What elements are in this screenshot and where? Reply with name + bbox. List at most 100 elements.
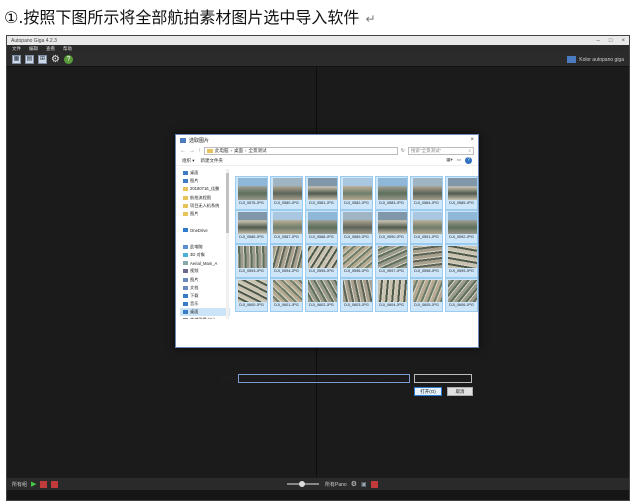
- back-arrow-icon[interactable]: ←: [180, 148, 186, 154]
- nav-item-icon: [183, 261, 188, 266]
- nav-item[interactable]: OneDrive: [180, 226, 230, 234]
- dialog-close-icon[interactable]: ×: [470, 137, 474, 143]
- file-thumbnail[interactable]: DJI_0589.JPG: [340, 210, 373, 244]
- nav-item[interactable]: 3D 对象: [180, 251, 230, 259]
- delete-pano-icon[interactable]: [370, 480, 378, 488]
- close-window-icon[interactable]: ×: [621, 38, 625, 44]
- search-input[interactable]: 搜索"全景测试" ⌕: [408, 146, 474, 155]
- nav-item[interactable]: 此电脑: [180, 243, 230, 251]
- minimize-icon[interactable]: –: [597, 38, 600, 44]
- file-thumbnail[interactable]: DJI_0576.JPG: [235, 176, 268, 210]
- nav-item[interactable]: 音乐: [180, 300, 230, 308]
- search-icon: ⌕: [468, 148, 471, 153]
- menu-item[interactable]: 查看: [46, 46, 55, 52]
- nav-item-label: 20180716_佳鹏: [190, 186, 220, 192]
- preview-pane-icon[interactable]: ▭: [457, 157, 461, 164]
- file-thumbnail[interactable]: DJI_0597.JPG: [375, 244, 408, 278]
- nav-item-icon: [183, 212, 188, 217]
- import-folder-icon[interactable]: ▤: [25, 55, 34, 64]
- dialog-help-icon[interactable]: ?: [465, 157, 472, 164]
- nav-item-label: OneDrive: [190, 227, 208, 233]
- nav-item-label: 文档: [190, 284, 199, 290]
- file-thumbnail[interactable]: DJI_0603.JPG: [340, 278, 373, 312]
- maximize-icon[interactable]: □: [609, 38, 613, 44]
- file-thumbnail[interactable]: DJI_0588.JPG: [305, 210, 338, 244]
- zoom-slider-knob[interactable]: [299, 481, 305, 487]
- nav-item[interactable]: 20180716_佳鹏: [180, 185, 230, 193]
- nav-item[interactable]: 图片: [180, 210, 230, 218]
- menu-item[interactable]: 编辑: [29, 46, 38, 52]
- filetype-select[interactable]: 所有图片 (*.*) ⌄: [414, 374, 472, 383]
- file-name: DJI_0589.JPG: [344, 235, 369, 239]
- file-thumbnail[interactable]: DJI_0602.JPG: [305, 278, 338, 312]
- file-thumbnail[interactable]: DJI_0592.JPG: [445, 210, 478, 244]
- refresh-icon[interactable]: ↻: [401, 148, 405, 154]
- nav-item[interactable]: 下载: [180, 292, 230, 300]
- render-icon[interactable]: ▣: [361, 481, 367, 488]
- menu-item[interactable]: 文件: [12, 46, 21, 52]
- nav-item[interactable]: [180, 235, 230, 243]
- breadcrumb-2[interactable]: 全景测试: [249, 148, 267, 154]
- file-thumbnail[interactable]: DJI_0584.JPG: [410, 176, 443, 210]
- filename-input[interactable]: "DJI_0576.JPG" "DJI_0580.JPG" "DJI_0581.…: [238, 374, 410, 383]
- nav-item[interactable]: Aerial_Main_A: [180, 259, 230, 267]
- nav-item[interactable]: 桌面: [180, 308, 230, 317]
- file-thumbnail[interactable]: DJI_0582.JPG: [340, 176, 373, 210]
- organize-menu[interactable]: 组织 ▾: [182, 158, 195, 164]
- remove-icon[interactable]: [51, 480, 59, 488]
- help-icon[interactable]: ?: [64, 55, 73, 64]
- file-thumbnail[interactable]: DJI_0606.JPG: [445, 278, 478, 312]
- view-options-icon[interactable]: ▦▾: [446, 157, 453, 164]
- file-thumbnail[interactable]: DJI_0599.JPG: [445, 244, 478, 278]
- chevron-down-icon: ⌄: [465, 376, 469, 381]
- file-thumbnail[interactable]: DJI_0591.JPG: [410, 210, 443, 244]
- nav-item[interactable]: 项目无人机系统: [180, 202, 230, 210]
- file-thumbnail[interactable]: DJI_0604.JPG: [375, 278, 408, 312]
- file-thumbnail[interactable]: DJI_0587.JPG: [270, 210, 303, 244]
- nav-scrollbar[interactable]: [226, 169, 229, 319]
- file-thumbnail[interactable]: DJI_0601.JPG: [270, 278, 303, 312]
- file-thumbnail[interactable]: DJI_0596.JPG: [340, 244, 373, 278]
- file-thumbnail[interactable]: DJI_0598.JPG: [410, 244, 443, 278]
- nav-item-label: 图片: [190, 276, 199, 282]
- cancel-button[interactable]: 取消: [447, 387, 473, 396]
- file-thumbnail[interactable]: DJI_0585.JPG: [445, 176, 478, 210]
- file-thumbnail[interactable]: DJI_0605.JPG: [410, 278, 443, 312]
- nav-item[interactable]: 图片: [180, 177, 230, 185]
- forward-arrow-icon[interactable]: →: [189, 148, 195, 154]
- nav-item[interactable]: 航拍流程图: [180, 194, 230, 202]
- nav-item[interactable]: 文档: [180, 284, 230, 292]
- gear-icon[interactable]: ⚙: [51, 55, 60, 65]
- nav-item[interactable]: 本地磁盘 (C:): [180, 316, 230, 319]
- file-thumbnail[interactable]: DJI_0583.JPG: [375, 176, 408, 210]
- file-thumbnail[interactable]: DJI_0600.JPG: [235, 278, 268, 312]
- import-images-icon[interactable]: ▦: [12, 55, 21, 64]
- file-thumbnail[interactable]: DJI_0595.JPG: [305, 244, 338, 278]
- aerial-photo-image: [238, 212, 267, 234]
- file-thumbnail[interactable]: DJI_0593.JPG: [235, 244, 268, 278]
- status-bar: [7, 490, 629, 500]
- file-thumbnail[interactable]: DJI_0594.JPG: [270, 244, 303, 278]
- breadcrumb-1[interactable]: 桌面: [234, 148, 243, 154]
- play-icon[interactable]: ▶: [31, 480, 36, 488]
- aerial-photo-image: [308, 280, 337, 302]
- nav-item-icon: [183, 277, 188, 282]
- address-bar[interactable]: 此电脑 › 桌面 › 全景测试: [204, 146, 398, 155]
- menu-item[interactable]: 帮助: [63, 46, 72, 52]
- detect-icon[interactable]: ⊞: [38, 55, 47, 64]
- new-folder-button[interactable]: 新建文件夹: [201, 158, 224, 164]
- breadcrumb-0[interactable]: 此电脑: [215, 148, 229, 154]
- open-button[interactable]: 打开(O): [414, 387, 442, 396]
- stop-icon[interactable]: [40, 480, 48, 488]
- up-arrow-icon[interactable]: ↑: [198, 148, 201, 154]
- file-thumbnail[interactable]: DJI_0581.JPG: [305, 176, 338, 210]
- nav-item[interactable]: 图片: [180, 275, 230, 283]
- nav-item[interactable]: 桌面: [180, 169, 230, 177]
- file-thumbnail[interactable]: DJI_0590.JPG: [375, 210, 408, 244]
- nav-item[interactable]: 视频: [180, 267, 230, 275]
- file-thumbnail[interactable]: DJI_0586.JPG: [235, 210, 268, 244]
- nav-scroll-thumb[interactable]: [226, 173, 229, 233]
- nav-item[interactable]: [180, 218, 230, 226]
- settings-gear-icon[interactable]: ⚙: [351, 480, 357, 488]
- file-thumbnail[interactable]: DJI_0580.JPG: [270, 176, 303, 210]
